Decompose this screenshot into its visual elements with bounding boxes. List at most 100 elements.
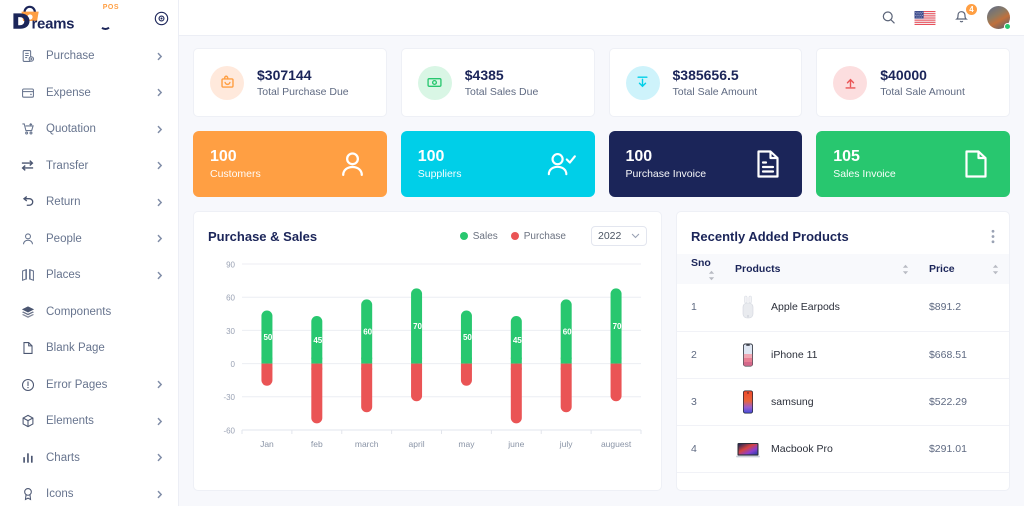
svg-text:june: june [507, 439, 524, 449]
sidebar-item-label: Charts [46, 451, 80, 464]
table-row[interactable]: 1 Apple Earpods $891.2 [677, 284, 1009, 332]
svg-text:reams: reams [32, 15, 75, 31]
wallet-icon [20, 85, 35, 100]
us-flag-icon[interactable] [914, 10, 936, 25]
sidebar-item-people[interactable]: People [0, 221, 178, 258]
search-icon [882, 11, 895, 24]
circle-dot-icon [154, 11, 168, 25]
purchase-sales-chart: 90 60 30 0 -30 -60 50 Jan 45 feb 60 march 70 april 50 m… [208, 256, 647, 461]
sidebar: reams POS Purchase Expense Quotation Tra… [0, 0, 179, 506]
purchase-icon [20, 49, 35, 64]
chart-panel-header: Purchase & Sales Sales Purchase 2022 [208, 224, 647, 248]
sidebar-item-label: Components [46, 305, 112, 318]
sidebar-item-label: Quotation [46, 123, 96, 136]
cart-icon [20, 122, 35, 137]
sidebar-item-error-pages[interactable]: Error Pages [0, 367, 178, 404]
products-menu-button[interactable] [991, 229, 1009, 244]
samsung-thumb [735, 388, 761, 415]
stat-label: Total Sale Amount [672, 85, 758, 98]
column-header-sno[interactable]: Sno [677, 254, 725, 284]
chart-legend: Sales Purchase 2022 [459, 226, 647, 246]
column-header-price[interactable]: Price [918, 254, 1009, 284]
column-header-products[interactable]: Products [725, 254, 919, 284]
svg-text:90: 90 [226, 260, 235, 269]
cube-icon [20, 414, 35, 429]
sort-icon [708, 270, 715, 281]
iphone-thumb [735, 341, 761, 368]
sidebar-collapse-toggle[interactable] [152, 9, 170, 27]
stat-card-total-sales-due: $4385 Total Sales Due [400, 48, 595, 117]
avatar[interactable] [987, 6, 1011, 30]
online-status-dot [1004, 23, 1011, 30]
table-row[interactable]: 3 samsung $522.29 [677, 378, 1009, 426]
sidebar-item-return[interactable]: Return [0, 184, 178, 221]
arrow-down-icon [625, 65, 660, 100]
chart-title: Purchase & Sales [208, 228, 318, 244]
chevron-right-icon [157, 271, 163, 280]
product-name: iPhone 11 [771, 348, 818, 361]
sidebar-item-label: Purchase [46, 50, 95, 63]
sidebar-item-components[interactable]: Components [0, 294, 178, 331]
chevron-right-icon [157, 125, 163, 134]
highlight-card-suppliers[interactable]: 100 Suppliers [400, 131, 595, 197]
svg-text:45: 45 [513, 336, 522, 345]
highlight-value: 100 [210, 147, 237, 165]
year-select[interactable]: 2022 [591, 226, 647, 246]
bag-icon [210, 65, 244, 100]
cell-sno: 3 [677, 378, 725, 426]
svg-text:0: 0 [231, 360, 236, 369]
sidebar-item-label: Icons [46, 488, 74, 501]
svg-text:-60: -60 [223, 426, 235, 435]
sidebar-item-label: Return [46, 196, 81, 209]
sidebar-item-expense[interactable]: Expense [0, 75, 178, 112]
sidebar-item-blank-page[interactable]: Blank Page [0, 330, 178, 367]
kebab-menu-icon [991, 229, 995, 243]
svg-text:april: april [409, 439, 425, 449]
recently-added-products-panel: Recently Added Products Sno Products Pri… [676, 211, 1010, 491]
stat-card-total-sale-amount-out: $40000 Total Sale Amount [816, 48, 1010, 117]
panels-row: Purchase & Sales Sales Purchase 2022 90 … [193, 211, 1010, 491]
svg-text:july: july [559, 439, 574, 449]
sidebar-item-label: Places [46, 269, 81, 282]
stat-label: Total Purchase Due [257, 85, 349, 98]
page-icon [20, 341, 35, 356]
svg-text:60: 60 [563, 328, 572, 337]
sidebar-item-places[interactable]: Places [0, 257, 178, 294]
sidebar-item-label: Transfer [46, 159, 89, 172]
cash-icon [417, 65, 452, 100]
svg-text:march: march [355, 439, 379, 449]
svg-text:-30: -30 [223, 393, 235, 402]
highlight-value: 100 [417, 147, 445, 165]
svg-text:Jan: Jan [260, 439, 274, 449]
person-check-icon [547, 152, 576, 175]
sidebar-item-quotation[interactable]: Quotation [0, 111, 178, 148]
person-icon [341, 151, 363, 176]
legend-label: Purchase [523, 230, 566, 242]
sort-icon [992, 264, 999, 275]
highlight-card-purchase-invoice[interactable]: 100 Purchase Invoice [608, 131, 803, 197]
legend-item-purchase: Purchase [510, 230, 566, 242]
notifications-button[interactable]: 4 [954, 3, 978, 25]
chevron-right-icon [157, 453, 163, 462]
highlight-card-customers[interactable]: 100 Customers [193, 131, 387, 197]
sidebar-item-purchase[interactable]: Purchase [0, 38, 178, 75]
search-button[interactable] [881, 10, 896, 25]
table-row[interactable]: 4 Macbook Pro $291.01 [677, 425, 1009, 473]
cell-price: $291.01 [918, 425, 1009, 473]
product-name: samsung [771, 395, 814, 408]
sidebar-item-transfer[interactable]: Transfer [0, 148, 178, 185]
products-title: Recently Added Products [691, 228, 849, 244]
table-row[interactable]: 2 iPhone 11 $668.51 [677, 331, 1009, 379]
sidebar-item-icons[interactable]: Icons [0, 476, 178, 506]
highlight-label: Suppliers [417, 168, 462, 181]
sidebar-item-elements[interactable]: Elements [0, 403, 178, 440]
column-label: Products [735, 263, 781, 275]
stat-value: $307144 [257, 66, 312, 83]
chevron-right-icon [157, 161, 163, 170]
legend-item-sales: Sales [459, 231, 498, 242]
brand-logo[interactable]: reams POS [10, 4, 118, 31]
column-label: Price [928, 263, 955, 275]
svg-text:auguest: auguest [601, 439, 632, 449]
sidebar-item-charts[interactable]: Charts [0, 440, 178, 477]
highlight-card-sales-invoice[interactable]: 105 Sales Invoice [816, 131, 1010, 197]
